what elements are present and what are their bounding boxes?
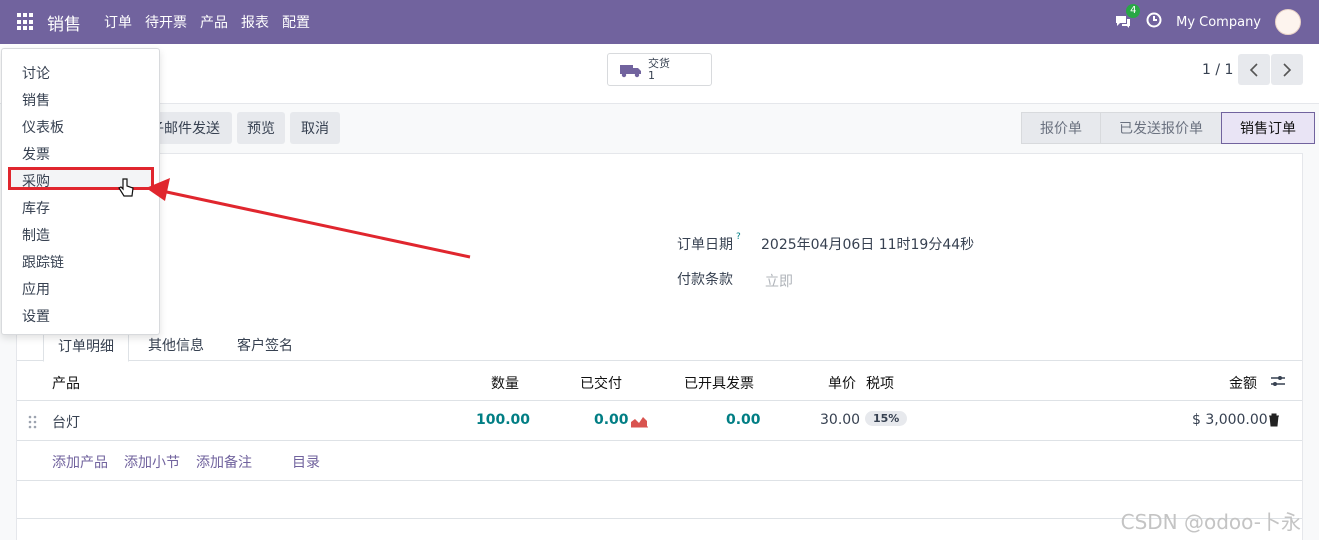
delivery-count: 1 xyxy=(648,68,655,82)
col-quantity[interactable]: 数量 xyxy=(491,373,519,393)
row-delivered[interactable]: 0.00 xyxy=(594,412,629,428)
menu-to-invoice[interactable]: 待开票 xyxy=(145,12,187,32)
control-panel: 交货 1 1 / 1 xyxy=(0,44,1319,104)
add-section-link[interactable]: 添加小节 xyxy=(124,452,180,472)
status-quotation[interactable]: 报价单 xyxy=(1021,112,1101,144)
form-sheet: 订单日期 ? 2025年04月06日 11时19分44秒 付款条款 立即 订单明… xyxy=(16,153,1303,540)
pager-value: 1 / 1 xyxy=(1202,62,1234,78)
payment-terms-field[interactable]: 立即 xyxy=(765,271,793,291)
chat-icon[interactable]: 4 xyxy=(1114,4,1141,30)
app-settings[interactable]: 设置 xyxy=(22,306,50,326)
app-discuss[interactable]: 讨论 xyxy=(22,63,50,83)
col-delivered[interactable]: 已交付 xyxy=(580,373,622,393)
apps-dropdown-menu: 讨论 销售 仪表板 发票 采购 库存 制造 跟踪链 应用 设置 xyxy=(1,48,160,335)
avatar[interactable] xyxy=(1275,9,1301,35)
pager-next-button[interactable] xyxy=(1271,54,1303,85)
row-tax-tag[interactable]: 15% xyxy=(865,411,908,426)
delivery-smart-button[interactable]: 交货 1 xyxy=(607,53,712,86)
chevron-left-icon xyxy=(1249,62,1258,77)
apps-grid-icon[interactable] xyxy=(17,13,35,31)
menu-products[interactable]: 产品 xyxy=(200,12,228,32)
cancel-button[interactable]: 取消 xyxy=(290,112,340,144)
tab-other-info[interactable]: 其他信息 xyxy=(148,335,204,355)
add-note-link[interactable]: 添加备注 xyxy=(196,452,252,472)
empty-row xyxy=(17,481,1302,519)
tab-customer-signature[interactable]: 客户签名 xyxy=(237,335,293,355)
order-date-label: 订单日期 xyxy=(677,237,733,253)
col-taxes[interactable]: 税项 xyxy=(866,373,894,393)
app-apps[interactable]: 应用 xyxy=(22,279,50,299)
chevron-right-icon xyxy=(1283,62,1292,77)
chat-count-badge: 4 xyxy=(1126,4,1141,18)
add-product-link[interactable]: 添加产品 xyxy=(52,452,108,472)
app-dashboards[interactable]: 仪表板 xyxy=(22,117,64,137)
col-amount[interactable]: 金额 xyxy=(1229,373,1257,393)
menu-reporting[interactable]: 报表 xyxy=(241,12,269,32)
truck-icon xyxy=(620,64,641,77)
delivery-label: 交货 xyxy=(648,56,670,70)
status-bar: 报价单 已发送报价单 销售订单 xyxy=(1021,112,1315,144)
drag-handle-icon[interactable] xyxy=(28,415,38,429)
column-settings-icon[interactable] xyxy=(1270,374,1286,388)
table-header: 产品 数量 已交付 已开具发票 单价 税项 金额 xyxy=(17,361,1302,401)
table-row[interactable]: 台灯 100.00 0.00 0.00 30.00 15% $ 3,000.00 xyxy=(17,401,1302,441)
order-date-value[interactable]: 2025年04月06日 11时19分44秒 xyxy=(761,234,974,254)
add-line-row: 添加产品 添加小节 添加备注 目录 xyxy=(17,441,1302,481)
menu-orders[interactable]: 订单 xyxy=(104,12,132,32)
row-product[interactable]: 台灯 xyxy=(52,412,80,432)
row-quantity[interactable]: 100.00 xyxy=(476,412,530,428)
watermark: CSDN @odoo-卜永 xyxy=(1120,510,1301,534)
col-product[interactable]: 产品 xyxy=(52,373,80,393)
catalog-link[interactable]: 目录 xyxy=(292,452,320,472)
app-manufacturing[interactable]: 制造 xyxy=(22,225,50,245)
status-quotation-sent[interactable]: 已发送报价单 xyxy=(1100,112,1222,144)
pager-prev-button[interactable] xyxy=(1238,54,1270,85)
row-unit-price[interactable]: 30.00 xyxy=(820,412,860,428)
order-date-help-icon[interactable]: ? xyxy=(736,232,741,242)
app-purchase[interactable]: 采购 xyxy=(22,171,50,191)
clock-icon[interactable] xyxy=(1146,12,1162,32)
forecast-chart-icon[interactable] xyxy=(630,414,648,428)
menu-configuration[interactable]: 配置 xyxy=(282,12,310,32)
company-name[interactable]: My Company xyxy=(1176,15,1261,30)
top-navbar: 销售 订单 待开票 产品 报表 配置 4 My Company xyxy=(0,0,1319,44)
app-traceability[interactable]: 跟踪链 xyxy=(22,252,64,272)
row-invoiced[interactable]: 0.00 xyxy=(726,412,761,428)
trash-icon[interactable] xyxy=(1268,413,1280,427)
col-invoiced[interactable]: 已开具发票 xyxy=(684,373,754,393)
notebook-tabs: 订单明细 其他信息 客户签名 xyxy=(17,329,1302,362)
payment-terms-label: 付款条款 xyxy=(677,272,733,288)
action-bar: 子邮件发送 预览 取消 报价单 已发送报价单 销售订单 xyxy=(0,104,1319,152)
app-sales[interactable]: 销售 xyxy=(22,90,50,110)
app-invoicing[interactable]: 发票 xyxy=(22,144,50,164)
cursor-hand-icon xyxy=(118,178,134,197)
app-inventory[interactable]: 库存 xyxy=(22,198,50,218)
app-name[interactable]: 销售 xyxy=(47,10,81,35)
preview-button[interactable]: 预览 xyxy=(237,112,285,144)
col-unit-price[interactable]: 单价 xyxy=(828,373,856,393)
row-amount: $ 3,000.00 xyxy=(1192,412,1268,428)
status-sales-order[interactable]: 销售订单 xyxy=(1221,112,1315,144)
